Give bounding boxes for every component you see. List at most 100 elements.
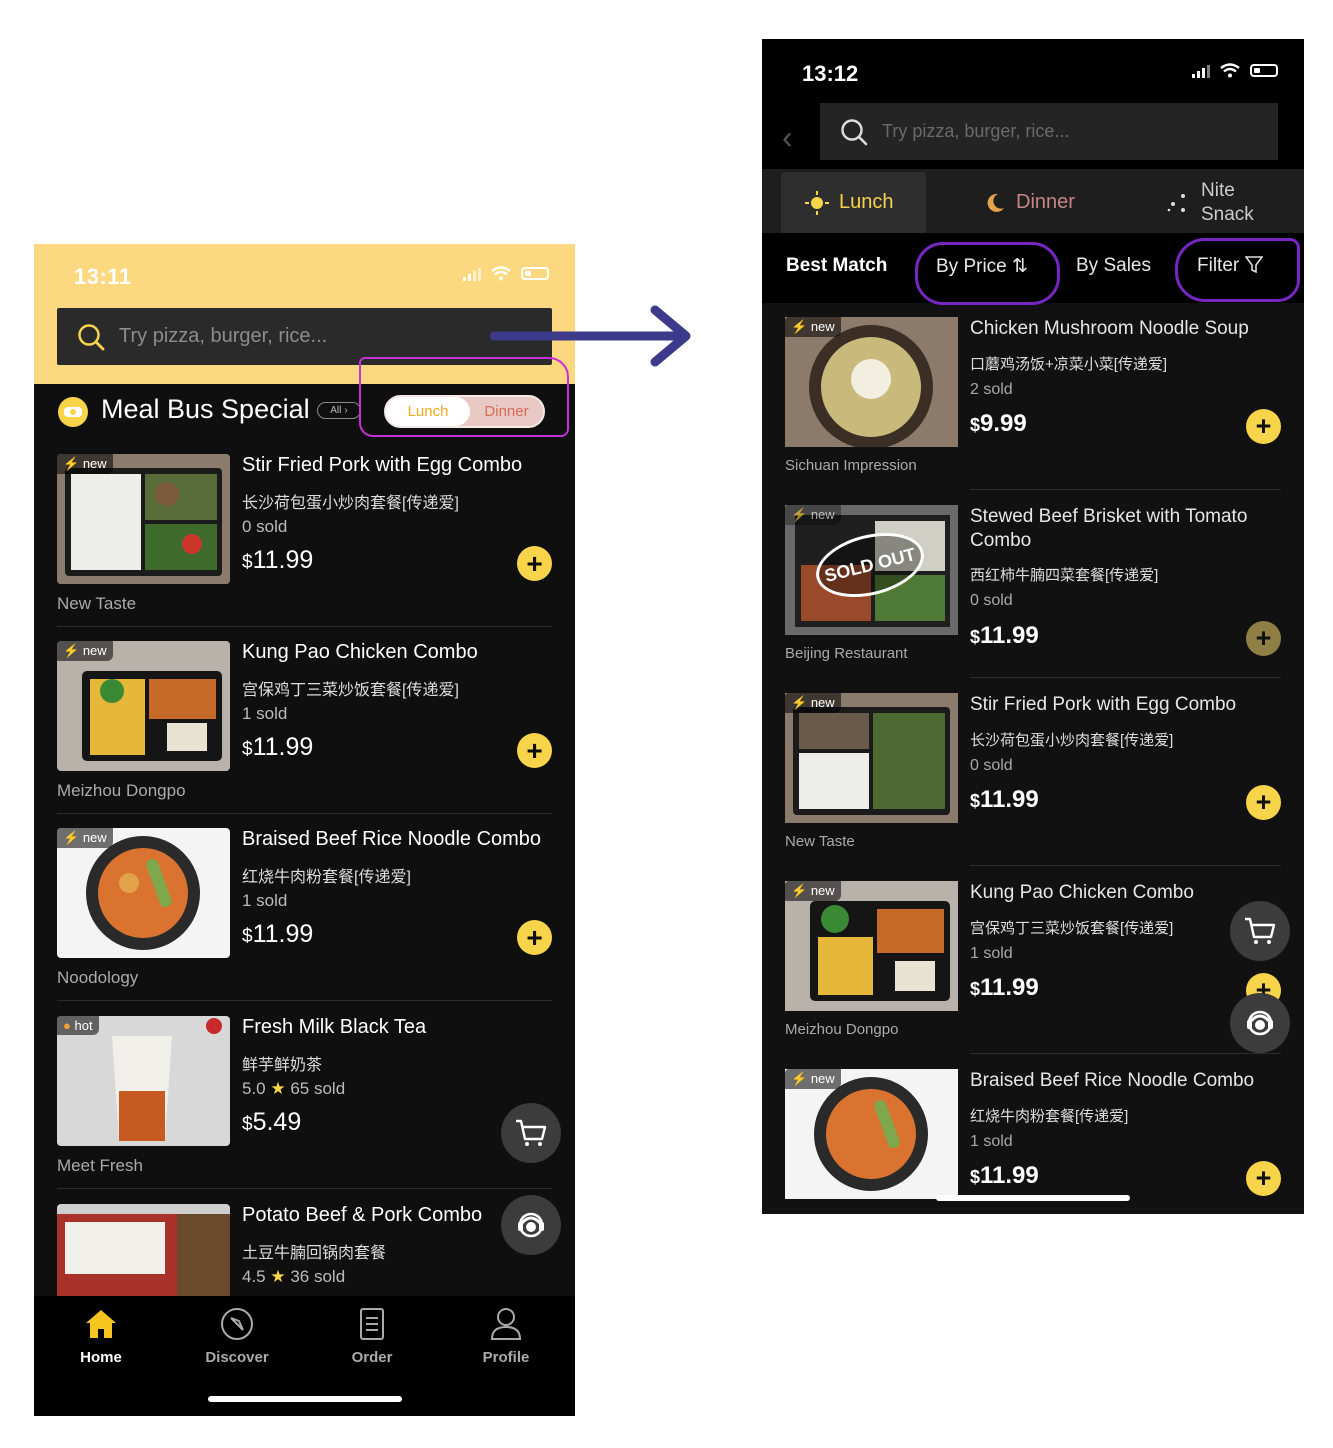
tab-discover[interactable]: Discover <box>187 1306 287 1366</box>
search-placeholder: Try pizza, burger, rice... <box>119 325 328 347</box>
home-icon <box>86 1310 116 1338</box>
divider <box>970 865 1281 866</box>
headset-icon <box>518 1212 544 1238</box>
list-item[interactable]: Potato Beef & Pork Combo 土豆牛腩回锅肉套餐 4.5 ★… <box>57 1204 552 1334</box>
new-badge: ⚡ new <box>785 693 841 713</box>
item-chinese-name: 鲜芋鲜奶茶 <box>242 1057 323 1074</box>
plus-icon: + <box>1255 1163 1272 1193</box>
list-item[interactable]: ● hot Fresh Milk Black Tea 鲜芋鲜奶茶 5.0 ★ 6… <box>57 1016 552 1189</box>
tab-lunch[interactable]: Lunch <box>781 172 926 233</box>
star-icon: ★ <box>265 1267 291 1286</box>
list-item[interactable]: ⚡ new Stir Fried Pork with Egg Combo 长沙荷… <box>785 693 1281 873</box>
add-to-cart-button[interactable]: + <box>517 733 552 768</box>
signal-icon <box>463 267 481 281</box>
add-to-cart-button[interactable]: + <box>517 920 552 955</box>
wifi-icon <box>1220 63 1240 78</box>
item-name: Potato Beef & Pork Combo <box>242 1204 483 1226</box>
all-label: All <box>330 405 342 416</box>
new-badge: ⚡ new <box>57 454 113 474</box>
divider <box>57 1000 552 1001</box>
item-price: $11.99 <box>970 622 1039 649</box>
support-button[interactable] <box>501 1195 561 1255</box>
new-badge: ⚡ new <box>785 1069 841 1089</box>
tab-order[interactable]: Order <box>322 1306 422 1366</box>
tab-profile[interactable]: Profile <box>456 1306 556 1366</box>
item-sold-count: 1 sold <box>242 891 288 910</box>
search-icon <box>841 118 868 145</box>
tab-home[interactable]: Home <box>51 1306 151 1366</box>
add-to-cart-button[interactable]: + <box>1246 1161 1281 1196</box>
item-name: Stir Fried Pork with Egg Combo <box>242 454 523 476</box>
item-name: Stir Fried Pork with Egg Combo <box>970 694 1237 715</box>
annotation-circle-price <box>915 242 1060 305</box>
plus-icon: + <box>1255 623 1272 653</box>
list-item[interactable]: ⚡ new Kung Pao Chicken Combo 宫保鸡丁三菜炒饭套餐[… <box>57 641 552 814</box>
annotation-circle-filter <box>1175 238 1300 302</box>
restaurant-name: Noodology <box>57 968 139 987</box>
meal-time-tabs: Lunch Dinner Nite Snack <box>762 169 1304 233</box>
item-chinese-name: 长沙荷包蛋小炒肉套餐[传递爱] <box>242 495 459 512</box>
list-item[interactable]: ⚡ new Chicken Mushroom Noodle Soup 口蘑鸡汤饭… <box>785 317 1281 497</box>
add-to-cart-button[interactable]: + <box>1246 409 1281 444</box>
tab-label: Discover <box>205 1349 269 1366</box>
right-phone-screen: 13:12 ‹ Try pizza, burger, rice... Lunch… <box>762 39 1304 1214</box>
profile-icon <box>490 1308 522 1340</box>
tab-label: Dinner <box>1016 191 1075 213</box>
battery-icon <box>1250 64 1278 77</box>
plus-icon: + <box>526 547 543 579</box>
cart-button[interactable] <box>1230 901 1290 961</box>
item-name: Braised Beef Rice Noodle Combo <box>242 828 542 850</box>
item-price: $11.99 <box>970 1162 1039 1189</box>
sort-by-sales[interactable]: By Sales <box>1076 255 1151 277</box>
star-icon: ★ <box>265 1079 291 1098</box>
left-phone-screen: 13:11 Try pizza, burger, rice... Meal Bu… <box>34 244 575 1416</box>
tab-nite-snack[interactable]: Nite Snack <box>1165 172 1254 233</box>
new-badge: ⚡ new <box>785 881 841 901</box>
item-sold-count: 2 sold <box>970 381 1013 398</box>
compass-icon <box>221 1308 253 1340</box>
food-image: ⚡ new <box>57 828 230 958</box>
tab-label: Order <box>351 1349 393 1366</box>
stars-icon <box>1167 193 1185 212</box>
food-image: ⚡ new SOLD OUT <box>785 505 958 635</box>
search-bar[interactable]: Try pizza, burger, rice... <box>820 103 1278 160</box>
add-to-cart-button[interactable]: + <box>1246 785 1281 820</box>
list-item[interactable]: ⚡ new Braised Beef Rice Noodle Combo 红烧牛… <box>57 828 552 1001</box>
restaurant-name: New Taste <box>785 833 855 850</box>
item-rating-sold: 5.0 ★ 65 sold <box>242 1079 346 1098</box>
all-filter-pill[interactable]: All › <box>317 402 361 419</box>
item-chinese-name: 长沙荷包蛋小炒肉套餐[传递爱] <box>970 732 1174 749</box>
cart-icon <box>1245 917 1276 944</box>
new-badge: ⚡ new <box>57 828 113 848</box>
tab-label: Nite Snack <box>1201 179 1254 225</box>
plus-icon: + <box>526 921 543 953</box>
support-button[interactable] <box>1230 993 1290 1053</box>
item-chinese-name: 红烧牛肉粉套餐[传递爱] <box>242 869 411 886</box>
add-to-cart-button-disabled[interactable]: + <box>1246 621 1281 656</box>
sort-best-match[interactable]: Best Match <box>786 255 887 277</box>
list-item[interactable]: ⚡ new Braised Beef Rice Noodle Combo 红烧牛… <box>785 1069 1281 1214</box>
food-image: ⚡ new <box>57 641 230 771</box>
list-item[interactable]: ⚡ new SOLD OUT Stewed Beef Brisket with … <box>785 505 1281 685</box>
food-image: ⚡ new <box>785 1069 958 1199</box>
item-price: $11.99 <box>242 546 314 574</box>
item-name: Braised Beef Rice Noodle Combo <box>970 1070 1255 1091</box>
add-to-cart-button[interactable]: + <box>517 546 552 581</box>
tab-dinner[interactable]: Dinner <box>984 172 1075 233</box>
item-name: Chicken Mushroom Noodle Soup <box>970 318 1249 339</box>
cart-button[interactable] <box>501 1103 561 1163</box>
search-placeholder: Try pizza, burger, rice... <box>882 121 1070 141</box>
right-header: 13:12 ‹ Try pizza, burger, rice... <box>762 39 1304 169</box>
item-sold-count: 0 sold <box>970 592 1013 609</box>
status-icons <box>463 266 549 281</box>
order-icon <box>360 1308 384 1340</box>
tab-label: Profile <box>482 1349 530 1366</box>
item-rating-sold: 4.5 ★ 36 sold <box>242 1267 346 1286</box>
home-indicator <box>208 1396 402 1402</box>
divider <box>970 677 1281 678</box>
back-chevron-icon[interactable]: ‹ <box>782 119 793 156</box>
list-item[interactable]: ⚡ new Stir Fried Pork with Egg Combo 长沙荷… <box>57 454 552 627</box>
list-item[interactable]: ⚡ new Kung Pao Chicken Combo 宫保鸡丁三菜炒饭套餐[… <box>785 881 1281 1061</box>
item-chinese-name: 宫保鸡丁三菜炒饭套餐[传递爱] <box>242 682 459 699</box>
item-sold-count: 1 sold <box>970 1133 1013 1150</box>
